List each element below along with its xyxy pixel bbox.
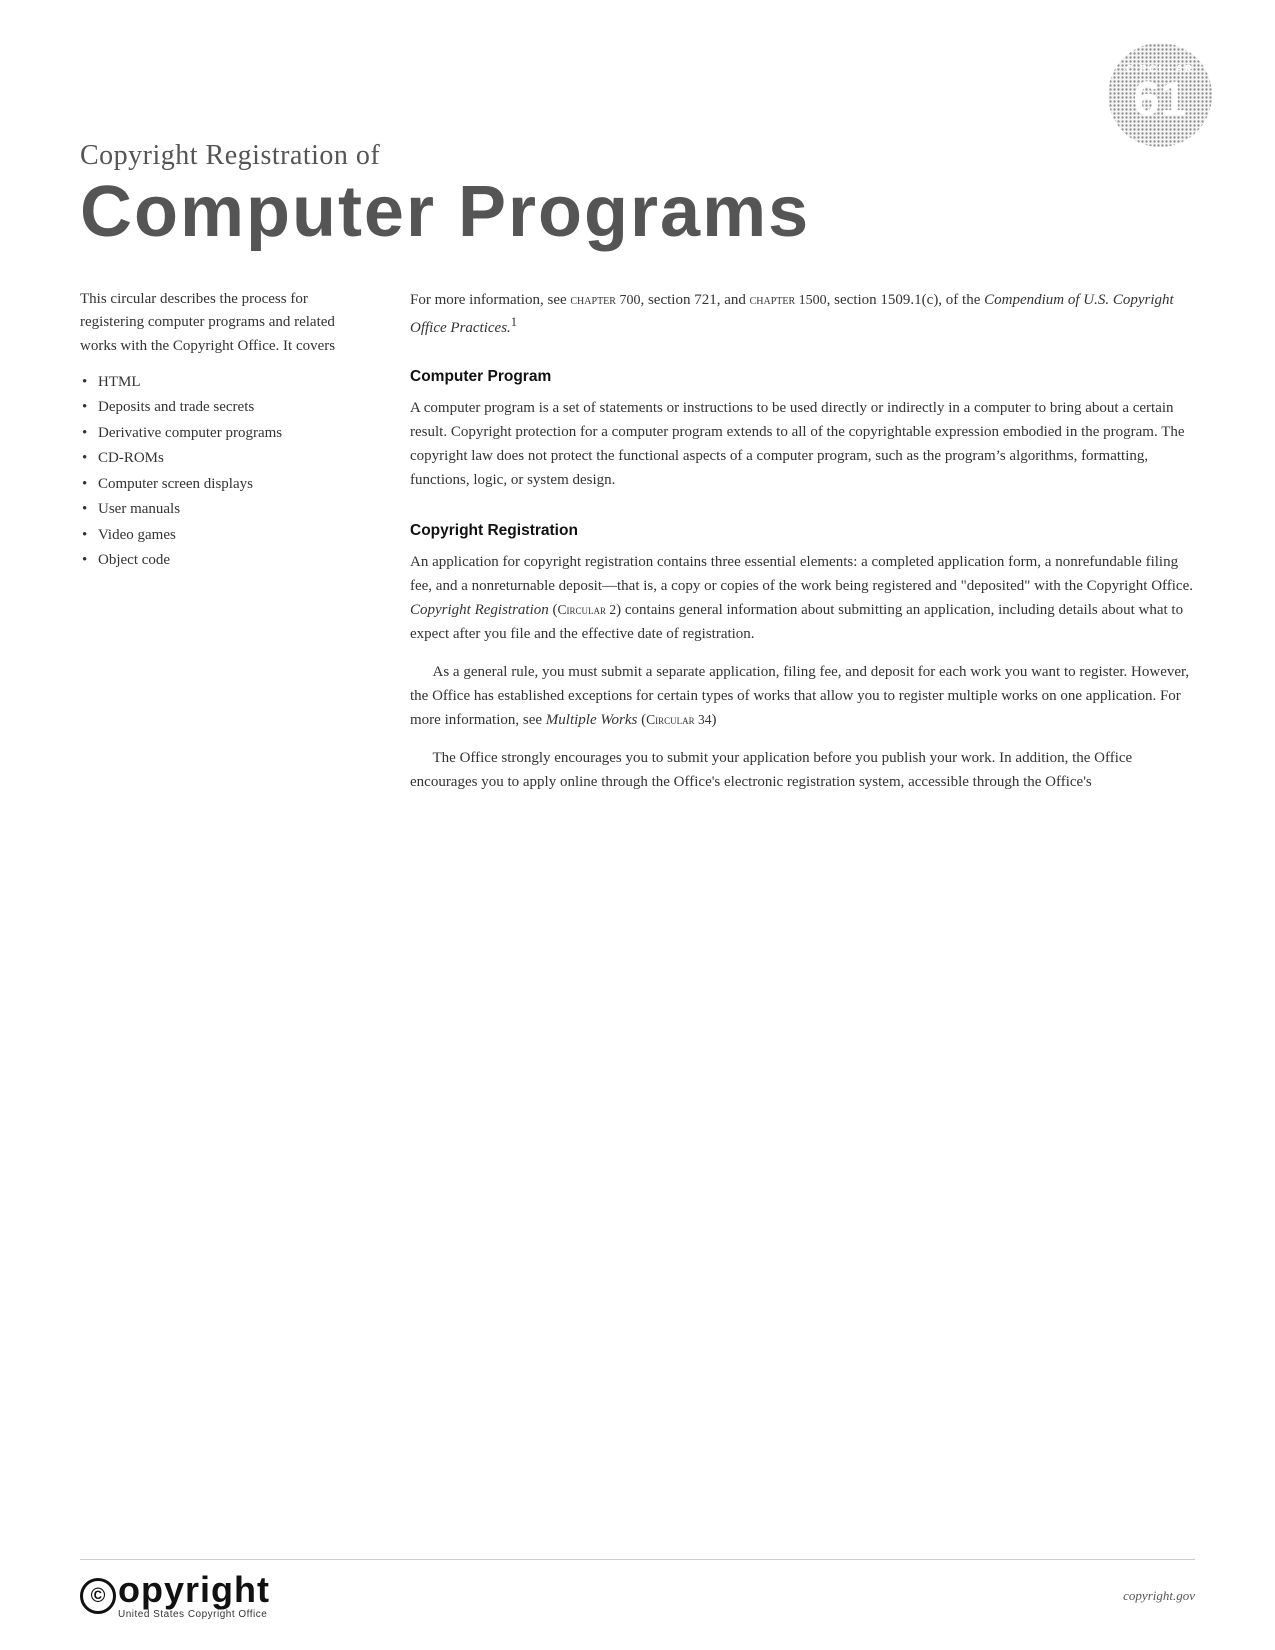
intro-text: This circular describes the process for … (80, 288, 360, 358)
footer: © opyright United States Copyright Offic… (80, 1559, 1195, 1620)
header-subtitle: Copyright Registration of (80, 140, 1195, 172)
list-item: Computer screen displays (80, 472, 360, 498)
list-item: User manuals (80, 497, 360, 523)
copyright-registration-heading: Copyright Registration (410, 522, 1195, 540)
computer-program-text: A computer program is a set of statement… (410, 396, 1195, 492)
right-column: For more information, see chapter 700, s… (410, 288, 1195, 824)
c-circle-icon: © (80, 1578, 116, 1614)
bullet-list: HTML Deposits and trade secrets Derivati… (80, 370, 360, 574)
copyright-reg-para-2: As a general rule, you must submit a sep… (410, 660, 1195, 732)
footer-logo-subtitle: United States Copyright Office (118, 1609, 270, 1620)
header-section: Copyright Registration of Computer Progr… (80, 140, 1195, 248)
list-item: Object code (80, 548, 360, 574)
computer-program-heading: Computer Program (410, 368, 1195, 386)
list-item: Deposits and trade secrets (80, 395, 360, 421)
circular-badge: CIRCULAR 61 (1105, 40, 1215, 150)
left-column: This circular describes the process for … (80, 288, 360, 824)
page-title: Computer Programs (80, 176, 1195, 248)
copyright-reg-para-3: The Office strongly encourages you to su… (410, 746, 1195, 794)
copyright-logo-c: © (80, 1578, 118, 1614)
list-item: Derivative computer programs (80, 421, 360, 447)
copyright-registration-section: Copyright Registration An application fo… (410, 522, 1195, 794)
copyright-reg-para-1: An application for copyright registratio… (410, 550, 1195, 646)
copyright-word: opyright (118, 1572, 270, 1608)
computer-program-section: Computer Program A computer program is a… (410, 368, 1195, 492)
chapter-700-ref: chapter 700 (570, 293, 640, 308)
footer-url: copyright.gov (1123, 1588, 1195, 1604)
footer-logo: © opyright United States Copyright Offic… (80, 1572, 270, 1620)
chapter-1500-ref: chapter 1500 (750, 293, 827, 308)
badge-number: 61 (1133, 73, 1186, 126)
list-item: HTML (80, 370, 360, 396)
list-item: Video games (80, 523, 360, 549)
two-column-layout: This circular describes the process for … (80, 288, 1195, 824)
page: CIRCULAR 61 Copyright Registration of Co… (0, 0, 1275, 1650)
right-intro-text: For more information, see chapter 700, s… (410, 288, 1195, 340)
list-item: CD-ROMs (80, 446, 360, 472)
footer-logo-text: opyright United States Copyright Office (118, 1572, 270, 1620)
